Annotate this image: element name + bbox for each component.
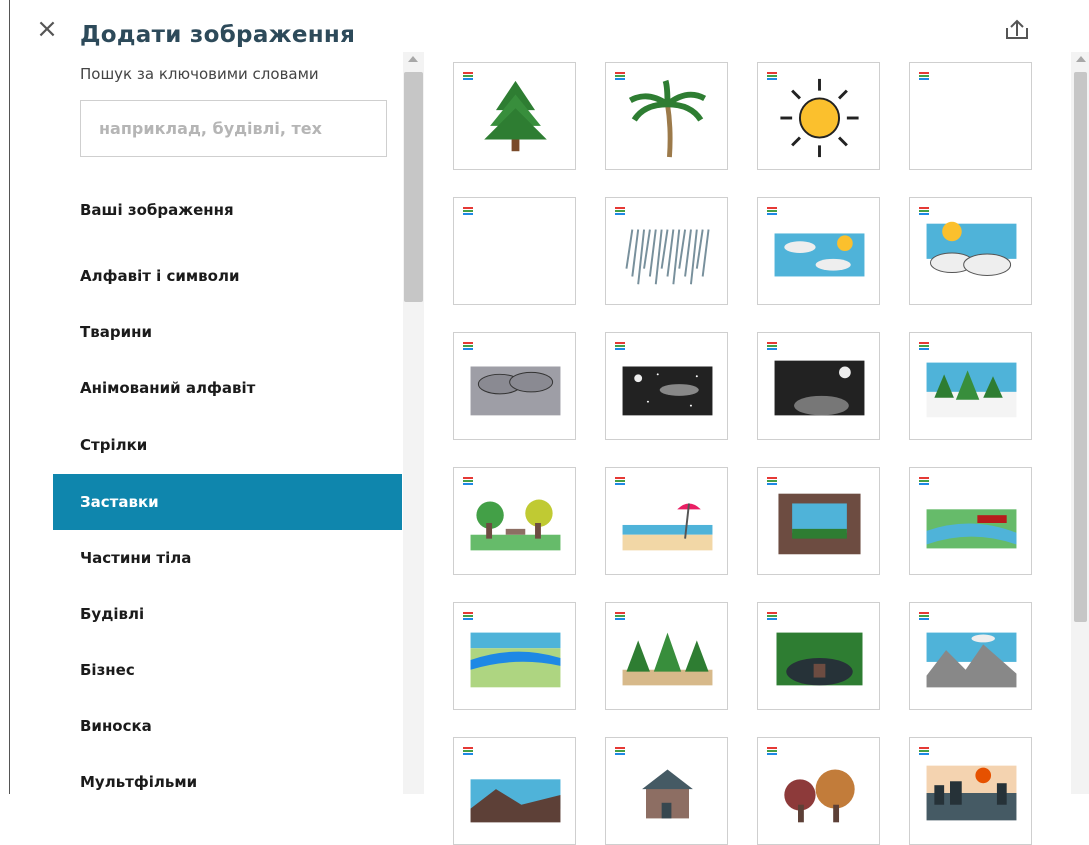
upload-icon[interactable] bbox=[1004, 16, 1030, 42]
category-your-images[interactable]: Ваші зображення bbox=[53, 182, 402, 238]
mountains-icon bbox=[926, 632, 1017, 688]
category-business[interactable]: Бізнес bbox=[53, 642, 402, 698]
clouds-sun-icon bbox=[774, 233, 865, 277]
cave-icon bbox=[778, 493, 861, 555]
category-body-parts[interactable]: Частини тіла bbox=[53, 530, 402, 586]
category-cartoons[interactable]: Мультфільми bbox=[53, 754, 402, 810]
image-tile[interactable] bbox=[453, 602, 576, 710]
river-landscape-icon bbox=[470, 632, 561, 688]
image-tile[interactable] bbox=[757, 602, 880, 710]
snowy-forest-icon bbox=[926, 362, 1017, 418]
night-moon-clouds-icon bbox=[774, 360, 865, 416]
category-buildings[interactable]: Будівлі bbox=[53, 586, 402, 642]
category-callout[interactable]: Виноска bbox=[53, 698, 402, 754]
image-tile[interactable] bbox=[605, 467, 728, 575]
image-tile[interactable] bbox=[909, 602, 1032, 710]
image-tile[interactable] bbox=[453, 467, 576, 575]
image-tile[interactable] bbox=[605, 602, 728, 710]
beach-icon bbox=[622, 503, 713, 551]
category-scrollbar-thumb[interactable] bbox=[404, 72, 423, 302]
pine-tree-icon bbox=[484, 80, 547, 152]
image-tile[interactable] bbox=[605, 332, 728, 440]
image-tile[interactable] bbox=[453, 332, 576, 440]
forest-icon bbox=[622, 632, 713, 686]
image-tile[interactable] bbox=[909, 737, 1032, 845]
rain-icon bbox=[625, 229, 710, 285]
image-tile[interactable] bbox=[605, 737, 728, 845]
blank-image-icon bbox=[466, 210, 565, 296]
scroll-up-icon[interactable] bbox=[1076, 56, 1086, 62]
search-input[interactable] bbox=[80, 100, 387, 157]
scroll-up-icon[interactable] bbox=[408, 56, 418, 62]
image-tile[interactable] bbox=[757, 737, 880, 845]
autumn-trees-icon bbox=[784, 769, 855, 823]
house-icon bbox=[642, 769, 693, 819]
city-sunset-icon bbox=[926, 765, 1017, 821]
image-tile[interactable] bbox=[453, 737, 576, 845]
category-alphabet-symbols[interactable]: Алфавіт і символи bbox=[53, 248, 402, 304]
dialog-title: Додати зображення bbox=[80, 22, 356, 48]
left-border bbox=[9, 0, 10, 794]
dark-forest-icon bbox=[776, 632, 863, 686]
image-tile[interactable] bbox=[453, 197, 576, 305]
blank-image-icon bbox=[922, 75, 1021, 161]
close-icon[interactable]: × bbox=[36, 16, 58, 42]
storm-clouds-icon bbox=[470, 366, 561, 416]
image-tile[interactable] bbox=[605, 197, 728, 305]
image-tile[interactable] bbox=[909, 467, 1032, 575]
image-tile[interactable] bbox=[757, 197, 880, 305]
hills-icon bbox=[470, 779, 561, 823]
image-tile[interactable] bbox=[453, 62, 576, 170]
image-tile[interactable] bbox=[757, 467, 880, 575]
sun-icon bbox=[780, 78, 859, 158]
category-arrows[interactable]: Стрілки bbox=[53, 417, 402, 473]
image-tile[interactable] bbox=[605, 62, 728, 170]
search-label: Пошук за ключовими словами bbox=[80, 65, 319, 83]
image-tile[interactable] bbox=[909, 332, 1032, 440]
image-tile[interactable] bbox=[909, 62, 1032, 170]
category-animals[interactable]: Тварини bbox=[53, 304, 402, 360]
category-backgrounds[interactable]: Заставки bbox=[53, 474, 402, 530]
park-icon bbox=[470, 499, 561, 551]
image-tile[interactable] bbox=[909, 197, 1032, 305]
image-tile[interactable] bbox=[757, 62, 880, 170]
image-tile[interactable] bbox=[757, 332, 880, 440]
cloudy-sunrise-icon bbox=[926, 221, 1017, 276]
river-bridge-icon bbox=[926, 509, 1017, 549]
images-scrollbar-thumb[interactable] bbox=[1074, 72, 1087, 622]
category-animated-alphabet[interactable]: Анімований алфавіт bbox=[53, 360, 402, 416]
night-sky-icon bbox=[622, 366, 713, 416]
palm-tree-icon bbox=[628, 79, 707, 158]
